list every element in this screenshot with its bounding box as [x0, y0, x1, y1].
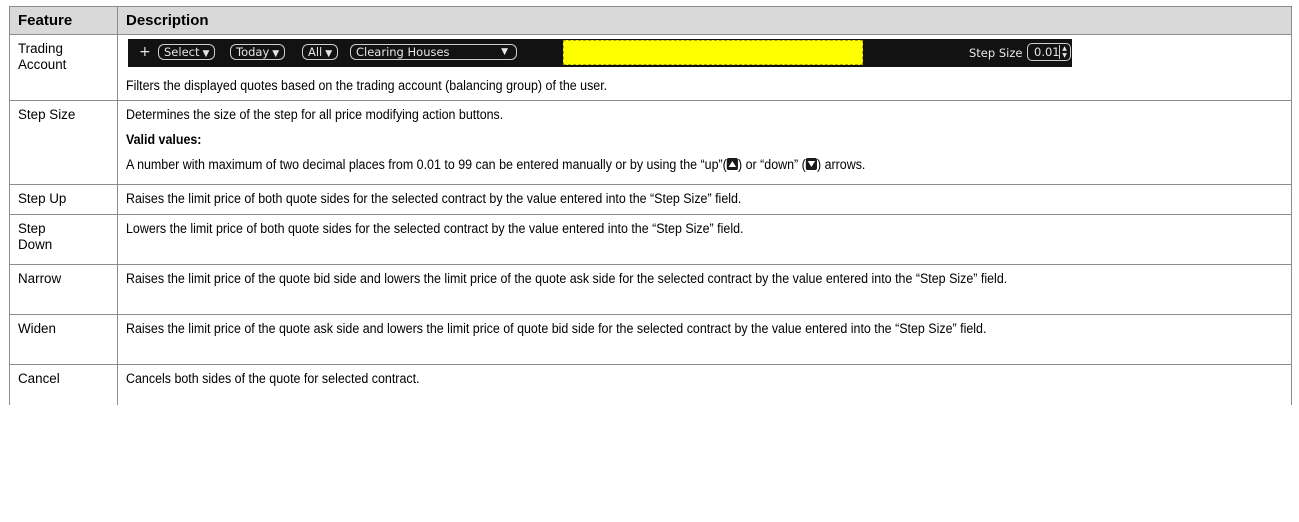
feature-cell-widen: Widen [9, 314, 118, 365]
description-text: Lowers the limit price of both quote sid… [126, 221, 744, 236]
feature-table-container: Feature Description Trading Account + Se… [9, 6, 1292, 405]
description-cell-step-down: Lowers the limit price of both quote sid… [117, 214, 1292, 265]
plus-icon: + [139, 44, 151, 60]
feature-cell-step-size: Step Size [9, 100, 118, 185]
description-text: Filters the displayed quotes based on th… [126, 78, 608, 93]
table-row: Step Up Raises the limit price of both q… [9, 184, 1292, 215]
feature-cell-step-down: Step Down [9, 214, 118, 265]
select-dropdown-label: Select [164, 45, 200, 59]
step-size-field: 0.01 ▲ ▼ [1027, 43, 1071, 61]
description-text: Cancels both sides of the quote for sele… [126, 371, 420, 386]
step-size-description: Determines the size of the step for all … [126, 107, 1283, 123]
table-header-row: Feature Description [9, 6, 1292, 35]
up-arrow-icon [726, 158, 738, 170]
description-cell-trading-account: + Select ▼ Today ▼ All ▼ Clearing Houses ▼ S… [117, 34, 1292, 101]
feature-label: Step Up [18, 191, 67, 206]
down-arrow-icon [805, 158, 817, 170]
description-cell-step-up: Raises the limit price of both quote sid… [117, 184, 1292, 215]
quote-toolbar-image: + Select ▼ Today ▼ All ▼ Clearing Houses ▼ S… [128, 39, 1072, 67]
feature-label: Step Down [18, 221, 53, 252]
feature-cell-trading-account: Trading Account [9, 34, 118, 101]
table-row: Step Size Determines the size of the ste… [9, 100, 1292, 185]
feature-label: Cancel [18, 371, 60, 386]
table-row: Cancel Cancels both sides of the quote f… [9, 364, 1292, 405]
spinner-arrows-icon: ▲ ▼ [1059, 45, 1068, 59]
caret-down-icon: ▼ [501, 47, 508, 57]
highlighted-trading-account-area [563, 40, 863, 65]
feature-label: Step Size [18, 107, 76, 122]
description-text: Raises the limit price of the quote bid … [126, 271, 1008, 286]
table-row: Trading Account + Select ▼ Today ▼ All ▼ Cl… [9, 34, 1292, 101]
caret-down-icon: ▼ [325, 49, 333, 59]
feature-label: Narrow [18, 271, 62, 286]
table-row: Step Down Lowers the limit price of both… [9, 214, 1292, 265]
description-column-header: Description [117, 6, 1292, 35]
table-row: Narrow Raises the limit price of the quo… [9, 264, 1292, 315]
caret-down-icon: ▼ [202, 49, 210, 59]
description-text: Raises the limit price of both quote sid… [126, 191, 742, 206]
feature-table: Feature Description Trading Account + Se… [9, 6, 1292, 405]
feature-cell-step-up: Step Up [9, 184, 118, 215]
feature-column-header: Feature [9, 6, 118, 35]
description-cell-cancel: Cancels both sides of the quote for sele… [117, 364, 1292, 405]
clearing-houses-dropdown: Clearing Houses ▼ [350, 44, 517, 60]
today-dropdown: Today ▼ [230, 44, 286, 60]
table-row: Widen Raises the limit price of the quot… [9, 314, 1292, 365]
valid-values-text-part: ) or “down” ( [737, 157, 806, 172]
description-cell-narrow: Raises the limit price of the quote bid … [117, 264, 1292, 315]
feature-cell-cancel: Cancel [9, 364, 118, 405]
trading-account-description: Filters the displayed quotes based on th… [126, 78, 1283, 94]
feature-cell-narrow: Narrow [9, 264, 118, 315]
description-cell-widen: Raises the limit price of the quote ask … [117, 314, 1292, 365]
clearing-houses-label: Clearing Houses [356, 45, 450, 59]
feature-label: Trading Account [18, 41, 67, 72]
valid-values-text-part: A number with maximum of two decimal pla… [126, 157, 727, 172]
step-size-value: 0.01 [1034, 45, 1060, 59]
valid-values-label: Valid values: [126, 132, 202, 147]
step-size-label: Step Size [969, 46, 1023, 60]
feature-label: Widen [18, 321, 56, 336]
description-cell-step-size: Determines the size of the step for all … [117, 100, 1292, 185]
all-dropdown-label: All [308, 45, 323, 59]
valid-values-text-part: ) arrows. [816, 157, 866, 172]
caret-down-icon: ▼ [272, 49, 280, 59]
description-text: Raises the limit price of the quote ask … [126, 321, 987, 336]
valid-values-text: A number with maximum of two decimal pla… [126, 157, 1283, 173]
all-dropdown: All ▼ [302, 44, 339, 60]
select-dropdown: Select ▼ [158, 44, 216, 60]
valid-values-heading: Valid values: [126, 132, 1283, 148]
today-dropdown-label: Today [236, 45, 270, 59]
description-text: Determines the size of the step for all … [126, 107, 504, 122]
